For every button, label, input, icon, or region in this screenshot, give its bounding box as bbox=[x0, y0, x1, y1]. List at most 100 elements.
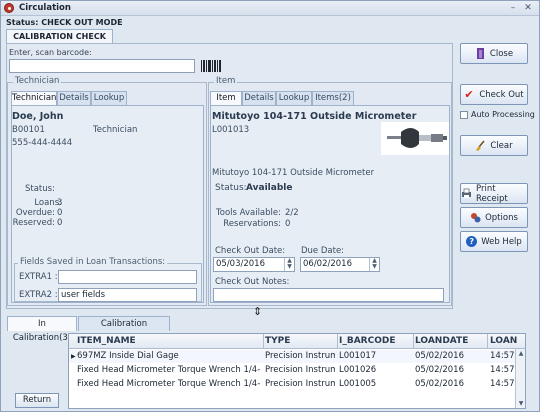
tab-calibration-check-out[interactable]: CALIBRATION CHECK OUT bbox=[6, 29, 113, 54]
web-help-button[interactable]: ? Web Help bbox=[460, 231, 528, 252]
broom-icon bbox=[475, 140, 486, 151]
table-cell: L001026 bbox=[339, 365, 377, 375]
table-cell: 05/02/2016 bbox=[415, 351, 464, 361]
scroll-down-icon[interactable]: ▼ bbox=[517, 400, 525, 408]
due-date-value: 06/02/2016 bbox=[303, 259, 352, 269]
tab-technician-details[interactable]: Details bbox=[57, 91, 91, 105]
tab-technician[interactable]: Technician bbox=[11, 91, 57, 105]
due-date-spinner-icon[interactable]: ▲ ▼ bbox=[369, 258, 379, 271]
table-cell: L001017 bbox=[339, 351, 377, 361]
table-cell: 14:57 bbox=[490, 351, 515, 361]
item-name: Mitutoyo 104-171 Outside Micrometer bbox=[212, 111, 417, 122]
table-row[interactable]: Fixed Head Micrometer Torque Wrench 1/4-… bbox=[69, 378, 517, 391]
close-button[interactable]: Close bbox=[460, 43, 528, 64]
column-header[interactable]: I_BARCODE bbox=[339, 336, 395, 346]
due-date-picker[interactable]: 06/02/2016 ▲ ▼ bbox=[300, 257, 380, 272]
loan-fields-group-title: Fields Saved in Loan Transactions: bbox=[18, 257, 168, 267]
scan-barcode-input[interactable] bbox=[9, 59, 195, 73]
column-header[interactable]: TYPE bbox=[265, 336, 290, 346]
clear-button-label: Clear bbox=[490, 140, 513, 151]
print-receipt-button[interactable]: Print Receipt bbox=[460, 183, 528, 204]
checkout-notes-field[interactable] bbox=[213, 288, 444, 302]
table-cell: Precision Instrume bbox=[265, 351, 335, 361]
return-button[interactable]: Return bbox=[15, 393, 59, 408]
column-header[interactable]: LOANT bbox=[490, 336, 517, 346]
extra1-field[interactable] bbox=[58, 270, 197, 284]
technician-status-label: Status: bbox=[25, 184, 55, 194]
tools-available-value: 2/2 bbox=[285, 208, 299, 218]
window-title: Circulation bbox=[19, 3, 71, 13]
overdue-label: Overdue: bbox=[15, 208, 55, 218]
table-cell: Fixed Head Micrometer Torque Wrench 1/4-… bbox=[77, 379, 261, 389]
item-group-title: Item bbox=[214, 76, 238, 86]
table-header: ITEM_NAME TYPE I_BARCODE LOANDATE LOANT bbox=[69, 334, 525, 349]
item-description: Mitutoyo 104-171 Outside Micrometer bbox=[212, 168, 375, 178]
table-cell: 05/02/2016 bbox=[415, 365, 464, 375]
close-window-icon[interactable]: ✕ bbox=[522, 2, 534, 14]
checkout-date-picker[interactable]: 05/03/2016 ▲ ▼ bbox=[213, 257, 295, 272]
vertical-scrollbar[interactable]: ▲ ▼ bbox=[515, 349, 525, 408]
column-header[interactable]: LOANDATE bbox=[415, 336, 468, 346]
item-status-value: Available bbox=[246, 183, 293, 193]
technician-group-title: Technician bbox=[13, 76, 62, 86]
scroll-up-icon[interactable]: ▲ bbox=[517, 350, 525, 358]
table-row[interactable]: ▶ 697MZ Inside Dial Gage Precision Instr… bbox=[69, 350, 517, 363]
auto-processing-label: Auto Processing bbox=[471, 110, 535, 119]
loans-value: 3 bbox=[57, 198, 63, 208]
reservations-label: Reservations: bbox=[223, 219, 281, 229]
tab-in-calibration[interactable]: In Calibration(3) bbox=[7, 316, 77, 343]
in-calibration-table: ITEM_NAME TYPE I_BARCODE LOANDATE LOANT … bbox=[68, 333, 526, 409]
app-icon bbox=[4, 3, 14, 13]
table-cell: Fixed Head Micrometer Torque Wrench 1/4-… bbox=[77, 365, 261, 375]
table-cell: 05/02/2016 bbox=[415, 379, 464, 389]
due-date-label: Due Date: bbox=[301, 246, 345, 256]
item-id: L001013 bbox=[212, 125, 250, 135]
tab-calibration-history[interactable]: Calibration History(0) bbox=[78, 316, 170, 343]
table-cell: 14:57 bbox=[490, 365, 515, 375]
check-out-button[interactable]: ✔ Check Out bbox=[460, 84, 528, 105]
tab-technician-lookup[interactable]: Lookup bbox=[91, 91, 127, 105]
current-row-icon: ▶ bbox=[71, 353, 76, 360]
options-button-label: Options bbox=[485, 212, 518, 223]
barcode-icon[interactable] bbox=[201, 60, 223, 72]
table-row[interactable]: Fixed Head Micrometer Torque Wrench 1/4-… bbox=[69, 364, 517, 377]
table-cell: 697MZ Inside Dial Gage bbox=[77, 351, 179, 361]
table-cell: L001005 bbox=[339, 379, 377, 389]
reserved-value: 0 bbox=[57, 218, 63, 228]
item-status-label: Status: bbox=[215, 183, 247, 193]
circulation-window: Circulation – ✕ Status: CHECK OUT MODE C… bbox=[0, 0, 540, 412]
scan-label: Enter, scan barcode: bbox=[9, 48, 92, 57]
extra2-label: EXTRA2 : bbox=[19, 290, 58, 300]
extra1-label: EXTRA1 : bbox=[19, 272, 58, 282]
tab-items[interactable]: Items(2) bbox=[312, 91, 354, 105]
technician-role: Technician bbox=[93, 125, 138, 135]
overdue-value: 0 bbox=[57, 208, 63, 218]
reserved-label: Reserved: bbox=[12, 218, 55, 228]
tab-item-details[interactable]: Details bbox=[242, 91, 276, 105]
technician-phone: 555-444-4444 bbox=[12, 138, 73, 148]
door-icon bbox=[475, 48, 486, 59]
minimize-icon[interactable]: – bbox=[507, 2, 519, 14]
table-cell: 14:57 bbox=[490, 379, 515, 389]
help-icon: ? bbox=[466, 236, 478, 247]
checkout-date-spinner-icon[interactable]: ▲ ▼ bbox=[284, 258, 294, 271]
printer-icon bbox=[461, 188, 472, 199]
splitter-handle-icon[interactable]: ⇕ bbox=[253, 306, 263, 318]
auto-processing-checkbox[interactable] bbox=[460, 111, 468, 119]
options-button[interactable]: Options bbox=[460, 207, 528, 228]
tab-item[interactable]: Item bbox=[210, 91, 242, 105]
print-receipt-button-label: Print Receipt bbox=[476, 183, 508, 204]
technician-name: Doe, John bbox=[12, 111, 64, 122]
close-button-label: Close bbox=[489, 48, 514, 59]
status-text: Status: CHECK OUT MODE bbox=[6, 18, 123, 27]
reservations-value: 0 bbox=[285, 219, 291, 229]
column-header[interactable]: ITEM_NAME bbox=[77, 336, 136, 346]
options-icon bbox=[470, 212, 481, 223]
clear-button[interactable]: Clear bbox=[460, 135, 528, 156]
tab-item-lookup[interactable]: Lookup bbox=[276, 91, 312, 105]
extra2-field[interactable]: user fields bbox=[58, 288, 197, 302]
micrometer-image bbox=[381, 122, 449, 155]
checkout-date-label: Check Out Date: bbox=[215, 246, 286, 256]
tools-available-label: Tools Available: bbox=[216, 208, 281, 218]
checkout-date-value: 05/03/2016 bbox=[216, 259, 265, 269]
